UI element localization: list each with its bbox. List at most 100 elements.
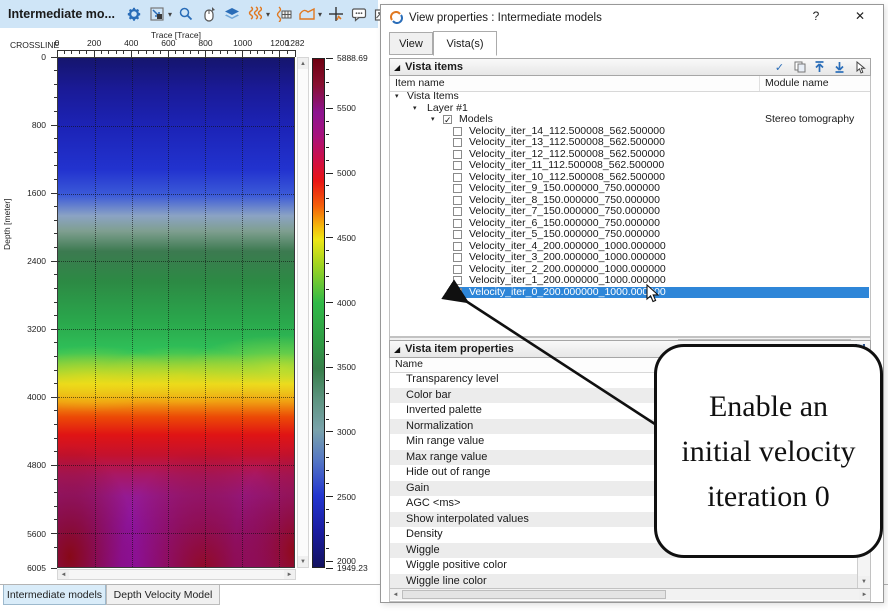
model-horizontal-scrollbar[interactable]: ◄ ► — [57, 569, 296, 580]
crossline-label: CROSSLINE — [10, 40, 59, 50]
velocity-item-label: Velocity_iter_1_200.000000_1000.000000 — [469, 275, 666, 287]
scroll-left-icon[interactable]: ◄ — [390, 589, 401, 600]
velocity-item-row[interactable]: Velocity_iter_11_112.500008_562.500000 — [390, 160, 870, 172]
fit-view-icon[interactable] — [148, 5, 166, 23]
model-gridlines — [58, 58, 294, 567]
horizon-dropdown-icon[interactable]: ▾ — [318, 10, 322, 19]
vista-items-tree: Item name Module name ▾ Vista Items ▾ La… — [389, 76, 871, 337]
comment-icon[interactable] — [350, 5, 368, 23]
x-axis-tick-labels: 0200400600800100012001282 — [57, 38, 295, 49]
tab-intermediate-models[interactable]: Intermediate models — [3, 585, 106, 605]
y-axis-tick-labels: 08001600240032004000480056006005 — [20, 57, 52, 568]
dialog-title: View properties : Intermediate models — [409, 12, 602, 24]
velocity-item-label: Velocity_iter_7_150.000000_750.000000 — [469, 206, 660, 218]
velocity-item-checkbox[interactable] — [453, 265, 462, 274]
viewer-titlebar: Intermediate mo... ▾ ▾ ▾ — [0, 0, 378, 28]
velocity-item-checkbox[interactable] — [453, 219, 462, 228]
properties-horizontal-scrollbar[interactable]: ◄ ► — [390, 588, 870, 600]
velocity-item-checkbox[interactable] — [453, 150, 462, 159]
move-top-icon[interactable] — [813, 61, 826, 74]
wiggle-display-icon[interactable] — [246, 5, 264, 23]
scrollbar-thumb[interactable] — [402, 590, 666, 599]
section-expander-icon: ◢ — [394, 63, 400, 72]
velocity-item-row[interactable]: Velocity_iter_1_200.000000_1000.000000 — [390, 275, 870, 287]
callout-bubble: Enable an initial velocity iteration 0 — [654, 344, 883, 558]
move-bottom-icon[interactable] — [833, 61, 846, 74]
wiggle-grid-icon[interactable] — [275, 5, 293, 23]
section-expander-icon: ◢ — [394, 345, 400, 354]
scroll-up-icon[interactable]: ▲ — [298, 58, 308, 69]
velocity-item-checkbox[interactable] — [453, 230, 462, 239]
scroll-right-icon[interactable]: ► — [284, 570, 295, 579]
tree-column-header[interactable]: Item name Module name — [390, 76, 870, 92]
dialog-titlebar[interactable]: View properties : Intermediate models ? … — [381, 5, 883, 30]
callout-text: Enable an initial velocity iteration 0 — [671, 384, 866, 519]
tab-depth-velocity-model[interactable]: Depth Velocity Model — [106, 585, 220, 605]
scroll-down-icon[interactable]: ▼ — [858, 576, 870, 588]
property-row[interactable]: Wiggle positive color — [390, 558, 858, 574]
vista-items-section-header[interactable]: ◢ Vista items ✓ — [389, 58, 871, 76]
settings-gear-icon[interactable] — [125, 5, 143, 23]
tab-view[interactable]: View — [389, 32, 433, 55]
wiggle-dropdown-icon[interactable]: ▾ — [266, 10, 270, 19]
velocity-item-checkbox[interactable]: ✓ — [453, 288, 462, 297]
velocity-item-row[interactable]: Velocity_iter_13_112.500008_562.500000 — [390, 137, 870, 149]
tab-label: Intermediate models — [7, 589, 102, 601]
scroll-right-icon[interactable]: ► — [859, 589, 870, 600]
velocity-item-row[interactable]: Velocity_iter_7_150.000000_750.000000 — [390, 206, 870, 218]
crosshair-icon[interactable] — [327, 5, 345, 23]
velocity-item-row[interactable]: Velocity_iter_9_150.000000_750.000000 — [390, 183, 870, 195]
velocity-item-checkbox[interactable] — [453, 184, 462, 193]
colorbar-ticks: 5888.69550050004500400035003000250020001… — [326, 58, 374, 568]
velocity-item-checkbox[interactable] — [453, 253, 462, 262]
velocity-item-checkbox[interactable] — [453, 173, 462, 182]
velocity-item-checkbox[interactable] — [453, 207, 462, 216]
layers-icon[interactable] — [223, 5, 241, 23]
dialog-help-button[interactable]: ? — [807, 9, 825, 23]
pick-pointer-icon[interactable] — [853, 61, 866, 74]
velocity-item-list: Velocity_iter_14_112.500008_562.500000 V… — [390, 126, 870, 299]
velocity-item-label: Velocity_iter_13_112.500008_562.500000 — [469, 137, 665, 149]
dialog-close-button[interactable]: ✕ — [851, 9, 869, 23]
velocity-item-row[interactable]: ✓ Velocity_iter_0_200.000000_1000.000000 — [390, 287, 870, 299]
zoom-icon[interactable] — [177, 5, 195, 23]
scroll-left-icon[interactable]: ◄ — [58, 570, 69, 579]
model-vertical-scrollbar[interactable]: ▲ ▼ — [297, 57, 309, 568]
column-name: Name — [395, 358, 423, 370]
expander-icon[interactable]: ▾ — [395, 91, 399, 103]
mouse-tool-icon[interactable] — [200, 5, 218, 23]
scroll-down-icon[interactable]: ▼ — [298, 556, 308, 567]
tab-label: Vista(s) — [446, 38, 483, 50]
section-title: Vista item properties — [405, 343, 514, 355]
expander-icon[interactable]: ▾ — [431, 114, 435, 126]
velocity-item-checkbox[interactable] — [453, 138, 462, 147]
tree-body: ▾ Vista Items ▾ Layer #1 ▾ ✓ Models Ster… — [390, 91, 870, 298]
property-row[interactable]: Wiggle line color — [390, 574, 858, 590]
fit-view-dropdown-icon[interactable]: ▾ — [168, 10, 172, 19]
velocity-item-checkbox[interactable] — [453, 127, 462, 136]
tab-label: View — [399, 38, 423, 50]
models-checkbox[interactable]: ✓ — [443, 115, 452, 124]
velocity-item-checkbox[interactable] — [453, 242, 462, 251]
tree-row-models[interactable]: ▾ ✓ Models Stereo tomography — [390, 114, 870, 126]
check-all-icon[interactable]: ✓ — [773, 61, 786, 74]
velocity-item-checkbox[interactable] — [453, 161, 462, 170]
velocity-item-label: Velocity_iter_3_200.000000_1000.000000 — [469, 252, 666, 264]
section-title: Vista items — [405, 61, 463, 73]
module-name-value: Stereo tomography — [765, 114, 854, 126]
velocity-item-checkbox[interactable] — [453, 276, 462, 285]
copy-icon[interactable] — [793, 61, 806, 74]
velocity-item-checkbox[interactable] — [453, 196, 462, 205]
column-divider — [759, 76, 760, 91]
tree-row-root[interactable]: ▾ Vista Items — [390, 91, 870, 103]
velocity-model-image[interactable] — [57, 57, 295, 568]
expander-icon[interactable]: ▾ — [413, 103, 417, 115]
column-module-name[interactable]: Module name — [765, 77, 829, 89]
tab-label: Depth Velocity Model — [114, 589, 213, 601]
tab-vistas[interactable]: Vista(s) — [433, 31, 497, 56]
horizon-tool-icon[interactable] — [298, 5, 316, 23]
y-axis-title: Depth [meter] — [2, 199, 12, 251]
velocity-item-row[interactable]: Velocity_iter_5_150.000000_750.000000 — [390, 229, 870, 241]
column-item-name[interactable]: Item name — [395, 77, 445, 89]
velocity-item-row[interactable]: Velocity_iter_3_200.000000_1000.000000 — [390, 252, 870, 264]
